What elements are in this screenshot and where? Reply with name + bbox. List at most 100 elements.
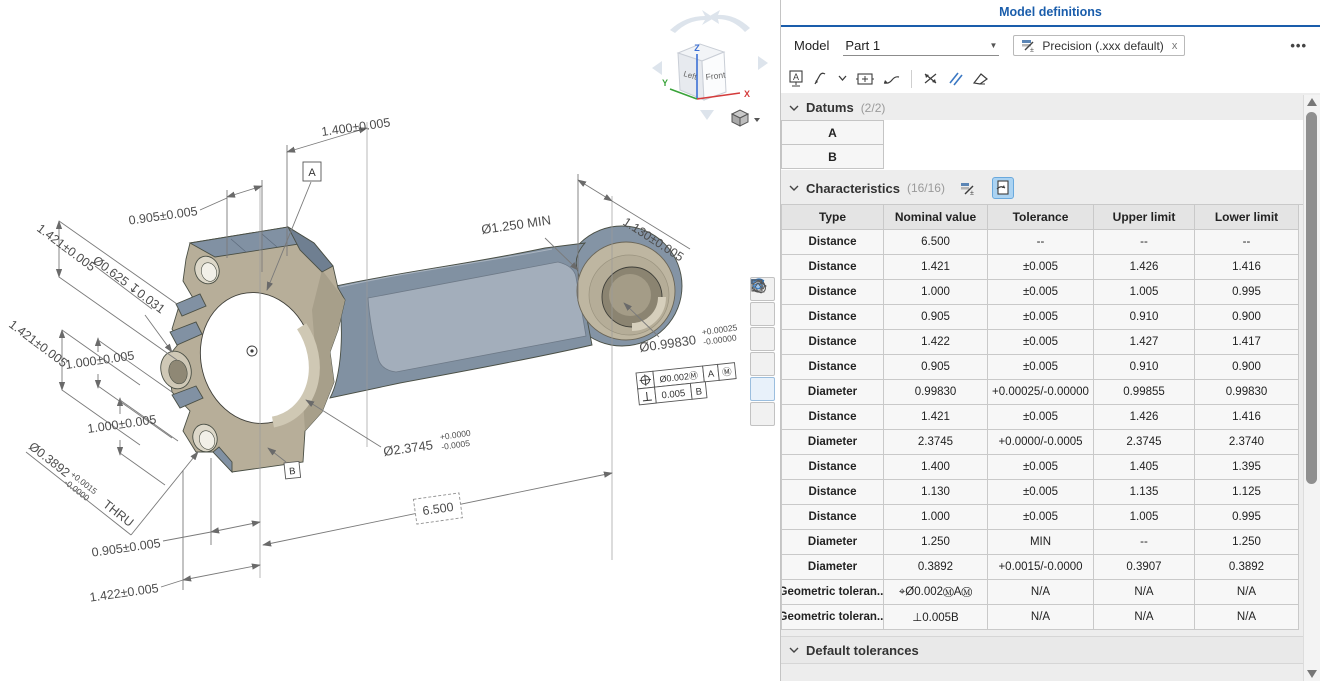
precision-chip-label: Precision (.xxx default) bbox=[1042, 39, 1163, 53]
part-model[interactable] bbox=[157, 226, 682, 472]
curved-leader-icon bbox=[883, 71, 900, 86]
datum-label: A bbox=[781, 120, 884, 145]
dimension-1400[interactable]: 1.400±0.005 bbox=[287, 115, 391, 256]
row-value-cell: 0.3907 bbox=[1094, 555, 1195, 580]
row-value-cell: 1.417 bbox=[1195, 330, 1299, 355]
row-value-cell: ±0.005 bbox=[988, 355, 1094, 380]
surface-normal-button[interactable] bbox=[972, 72, 989, 86]
row-value-cell: 6.500 bbox=[884, 230, 988, 255]
edit-tolerances-button[interactable]: ± bbox=[960, 181, 977, 196]
row-type-cell: Distance bbox=[782, 305, 884, 330]
scrollbar-thumb[interactable] bbox=[1306, 112, 1317, 484]
table-row[interactable]: Diameter0.3892+0.0015/-0.00000.39070.389… bbox=[782, 555, 1303, 580]
datum-row[interactable]: A bbox=[781, 120, 1303, 145]
dimension-6500[interactable]: 6.500 bbox=[263, 473, 612, 545]
row-type-cell: Distance bbox=[782, 405, 884, 430]
counterbore-note[interactable]: Ø0.625 ↧0.031 bbox=[90, 253, 172, 352]
characteristics-count: (16/16) bbox=[907, 181, 945, 195]
datums-section-header[interactable]: Datums (2/2) bbox=[781, 93, 1320, 120]
row-value-cell: ±0.005 bbox=[988, 505, 1094, 530]
parallel-distance-button[interactable] bbox=[948, 71, 963, 86]
thru-hole-note[interactable]: Ø0.3892 +0.0015 -0.0000 THRU bbox=[23, 439, 198, 535]
view-cube[interactable]: Left Front Z Y X bbox=[652, 10, 768, 126]
overflow-menu-button[interactable]: ••• bbox=[1290, 38, 1307, 53]
dimension-dia-23745[interactable]: Ø2.3745 +0.0000 -0.0005 bbox=[306, 400, 473, 460]
row-value-cell: N/A bbox=[988, 580, 1094, 605]
table-row[interactable]: Diameter0.99830+0.00025/-0.000000.998550… bbox=[782, 380, 1303, 405]
viewport-side-toolbar bbox=[750, 277, 776, 426]
dimension-1422[interactable]: 1.422±0.005 bbox=[89, 470, 260, 605]
row-value-cell: 1.395 bbox=[1195, 455, 1299, 480]
curved-leader-button[interactable] bbox=[883, 71, 900, 86]
scroll-down-icon[interactable] bbox=[1307, 670, 1317, 678]
angle-measure-button[interactable] bbox=[923, 71, 939, 86]
annotation-plane-icon bbox=[750, 277, 767, 294]
datum-annotation-button[interactable]: A bbox=[788, 70, 804, 87]
rotate-model-button[interactable] bbox=[750, 327, 775, 351]
table-row[interactable]: Geometric toleran...⊥0.005BN/AN/AN/A bbox=[782, 605, 1303, 630]
table-row[interactable]: Diameter1.250MIN--1.250 bbox=[782, 530, 1303, 555]
dimension-1000-b[interactable]: 1.000±0.005 bbox=[86, 398, 178, 485]
row-value-cell: 1.000 bbox=[884, 505, 988, 530]
dimension-leader-icon bbox=[813, 71, 829, 87]
characteristics-section-header[interactable]: Characteristics (16/16) ± bbox=[781, 170, 1320, 204]
snapshot-view-button[interactable] bbox=[750, 352, 775, 376]
dimension-tool-caret[interactable] bbox=[838, 75, 847, 82]
datums-count: (2/2) bbox=[861, 101, 886, 115]
row-value-cell: 1.421 bbox=[884, 255, 988, 280]
pmi-table-view-button[interactable] bbox=[750, 302, 775, 326]
table-row[interactable]: Distance1.130±0.0051.1351.125 bbox=[782, 480, 1303, 505]
table-row[interactable]: Distance0.905±0.0050.9100.900 bbox=[782, 305, 1303, 330]
row-value-cell: ±0.005 bbox=[988, 330, 1094, 355]
row-value-cell: N/A bbox=[1094, 605, 1195, 630]
precision-chip[interactable]: ± Precision (.xxx default) x bbox=[1013, 35, 1185, 56]
table-row[interactable]: Distance6.500------ bbox=[782, 230, 1303, 255]
feature-control-frame[interactable]: Ø0.002Ⓜ A Ⓜ 0.005 B bbox=[636, 363, 738, 405]
column-header: Lower limit bbox=[1195, 205, 1299, 230]
chip-close-button[interactable]: x bbox=[1172, 40, 1178, 52]
datums-section-title: Datums bbox=[806, 100, 854, 115]
table-row[interactable]: Distance1.400±0.0051.4051.395 bbox=[782, 455, 1303, 480]
table-row[interactable]: Distance1.000±0.0051.0050.995 bbox=[782, 505, 1303, 530]
row-value-cell: 0.99830 bbox=[1195, 380, 1299, 405]
table-row[interactable]: Distance1.421±0.0051.4261.416 bbox=[782, 255, 1303, 280]
3d-viewport[interactable]: 1.400±0.005 0.905±0.005 A bbox=[0, 0, 780, 681]
row-value-cell: 1.421 bbox=[884, 405, 988, 430]
row-value-cell: -- bbox=[1094, 230, 1195, 255]
row-value-cell: ±0.005 bbox=[988, 405, 1094, 430]
frame-annotation-button[interactable] bbox=[856, 72, 874, 86]
model-dropdown[interactable]: Part 1 ▼ bbox=[843, 36, 999, 56]
table-row[interactable]: Distance1.421±0.0051.4261.416 bbox=[782, 405, 1303, 430]
row-value-cell: N/A bbox=[988, 605, 1094, 630]
export-report-button[interactable] bbox=[992, 177, 1014, 199]
row-value-cell: +0.00025/-0.00000 bbox=[988, 380, 1094, 405]
row-value-cell: 0.3892 bbox=[884, 555, 988, 580]
row-value-cell: 2.3740 bbox=[1195, 430, 1299, 455]
annotation-plane-button[interactable] bbox=[750, 402, 775, 426]
column-header: Type bbox=[782, 205, 884, 230]
axis-z-label: Z bbox=[694, 43, 700, 53]
column-header: Upper limit bbox=[1094, 205, 1195, 230]
table-row[interactable]: Geometric toleran...⌖Ø0.002ⓂAⓂN/AN/AN/A bbox=[782, 580, 1303, 605]
dimension-tool-button[interactable] bbox=[813, 71, 829, 87]
row-type-cell: Geometric toleran... bbox=[782, 580, 884, 605]
row-value-cell: ±0.005 bbox=[988, 455, 1094, 480]
dimension-1421-a[interactable]: 1.421±0.005 bbox=[34, 221, 177, 360]
display-state-button[interactable] bbox=[750, 377, 775, 401]
display-mode-button[interactable] bbox=[732, 110, 760, 126]
column-header: Nominal value bbox=[884, 205, 988, 230]
table-row[interactable]: Diameter2.3745+0.0000/-0.00052.37452.374… bbox=[782, 430, 1303, 455]
default-tolerances-title: Default tolerances bbox=[806, 643, 919, 658]
svg-text:B: B bbox=[289, 466, 296, 478]
panel-scrollbar[interactable] bbox=[1303, 95, 1320, 681]
chevron-down-icon: ▼ bbox=[990, 41, 998, 50]
table-row[interactable]: Distance0.905±0.0050.9100.900 bbox=[782, 355, 1303, 380]
svg-text:1.421±0.005: 1.421±0.005 bbox=[34, 221, 98, 274]
datum-row[interactable]: B bbox=[781, 145, 1303, 170]
row-value-cell: N/A bbox=[1195, 605, 1299, 630]
default-tolerances-section-header[interactable]: Default tolerances bbox=[781, 636, 1320, 664]
table-row[interactable]: Distance1.422±0.0051.4271.417 bbox=[782, 330, 1303, 355]
scroll-up-icon[interactable] bbox=[1307, 98, 1317, 106]
panel-tab-model-definitions[interactable]: Model definitions bbox=[781, 0, 1320, 27]
table-row[interactable]: Distance1.000±0.0051.0050.995 bbox=[782, 280, 1303, 305]
